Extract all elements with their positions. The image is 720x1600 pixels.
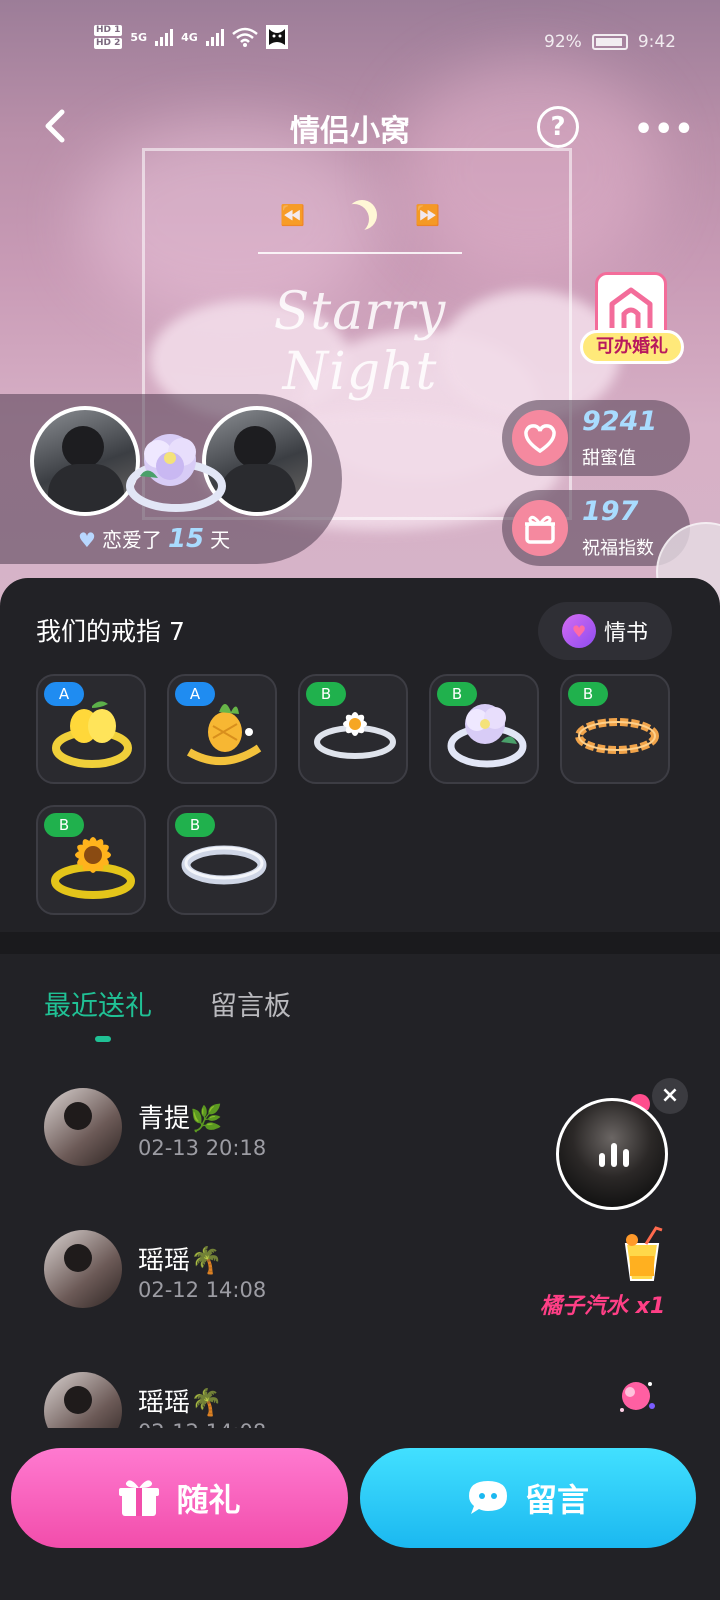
camellia-ring-icon (447, 704, 527, 768)
sender-name: 青提🌿 (138, 1104, 223, 1134)
leave-message-button[interactable]: 留言 (360, 1448, 696, 1548)
sunflower-ring-icon (51, 837, 135, 899)
gift-name-label: 橘子汽水 x1 (540, 1294, 666, 1319)
network-4g-label: 4G (181, 30, 198, 44)
signal-icon (155, 28, 174, 46)
heart-cup-icon (512, 410, 568, 466)
tab-recent-gifts[interactable]: 最近送礼 (44, 984, 152, 1023)
list-item[interactable]: 瑶瑶🌴 02-12 14:08 (0, 1354, 720, 1428)
chat-bubble-icon (468, 1481, 507, 1514)
gift-time: 02-12 14:08 (138, 1278, 267, 1302)
rings-title: 我们的戒指 7 (36, 617, 185, 646)
sim-indicator: HD 1 HD 2 (94, 25, 123, 49)
heart-icon: ♥ (78, 528, 96, 552)
floating-video-bubble[interactable] (556, 1098, 668, 1210)
clock: 9:42 (637, 32, 676, 52)
signal-icon-2 (205, 28, 224, 46)
daisy-ring-icon (314, 712, 396, 759)
ring-card-camellia[interactable]: B (429, 674, 539, 784)
fast-forward-icon[interactable]: ⏩ (415, 203, 440, 227)
audio-wave-icon (599, 1143, 629, 1167)
pineapple-ring-icon (186, 704, 262, 766)
blessing-index-label: 祝福指数 (582, 538, 654, 559)
orange-soda-icon (624, 1226, 663, 1281)
avatar[interactable] (44, 1230, 122, 1308)
ring-card-lemon[interactable]: A (36, 674, 146, 784)
sender-name: 瑶瑶🌴 (138, 1388, 223, 1418)
tab-active-indicator (95, 1036, 111, 1042)
gift-time: 02-12 14:08 (138, 1420, 266, 1428)
camellia-ring-icon (126, 434, 226, 512)
love-days-number: 15 (167, 524, 205, 554)
sweet-value-stat[interactable]: 9241 甜蜜值 (502, 400, 690, 476)
more-options-button[interactable]: ••• (634, 112, 695, 147)
ring-card-gold-chain[interactable]: B (560, 674, 670, 784)
ring-card-daisy[interactable]: B (298, 674, 408, 784)
rings-section: 我们的戒指 7 ♥ 情书 A A B B B B B (0, 578, 720, 932)
sender-name: 瑶瑶🌴 (138, 1246, 223, 1276)
page-title: 情侣小窝 (290, 114, 410, 149)
ring-card-sunflower[interactable]: B (36, 805, 146, 915)
starry-night-script: Starry Night (273, 282, 447, 402)
wifi-icon (231, 27, 258, 47)
love-days-counter: ♥ 恋爱了 15 天 (78, 524, 231, 554)
blessing-index-value: 197 (582, 496, 639, 527)
help-button[interactable]: ? (537, 106, 579, 148)
battery-icon (591, 34, 628, 50)
silver-band-ring-icon (181, 845, 267, 885)
gift-time: 02-13 20:18 (138, 1136, 267, 1160)
status-bar: HD 1 HD 2 5G 4G 92% 9:42 (0, 20, 720, 60)
love-letter-button[interactable]: ♥ 情书 (538, 602, 672, 660)
battery-percent: 92% (544, 32, 582, 52)
app-notification-icon (265, 25, 288, 49)
sweet-value-label: 甜蜜值 (582, 448, 636, 469)
ring-card-pineapple[interactable]: A (167, 674, 277, 784)
music-progress-bar (258, 252, 462, 254)
avatar[interactable] (44, 1372, 122, 1428)
pink-gift-icon (620, 1382, 655, 1412)
love-letter-icon: ♥ (561, 614, 596, 648)
avatar[interactable] (44, 1088, 122, 1166)
sweet-value: 9241 (582, 406, 658, 437)
network-5g-label: 5G (130, 30, 148, 44)
wedding-badge-label: 可办婚礼 (580, 330, 684, 364)
send-gift-button[interactable]: 随礼 (11, 1448, 348, 1548)
tab-message-board[interactable]: 留言板 (210, 984, 291, 1023)
rewind-icon[interactable]: ⏪ (280, 203, 305, 227)
music-player: ⏪ ⏩ (280, 195, 440, 235)
gift-box-icon (119, 1480, 160, 1516)
gold-chain-ring-icon (575, 718, 659, 754)
moon-icon (339, 204, 369, 234)
lemon-ring-icon (52, 701, 132, 768)
ring-card-silver-band[interactable]: B (167, 805, 277, 915)
section-divider (0, 932, 720, 954)
gift-box-icon (512, 500, 568, 556)
wedding-badge[interactable]: 可办婚礼 (580, 272, 684, 366)
close-icon[interactable]: × (652, 1078, 688, 1114)
